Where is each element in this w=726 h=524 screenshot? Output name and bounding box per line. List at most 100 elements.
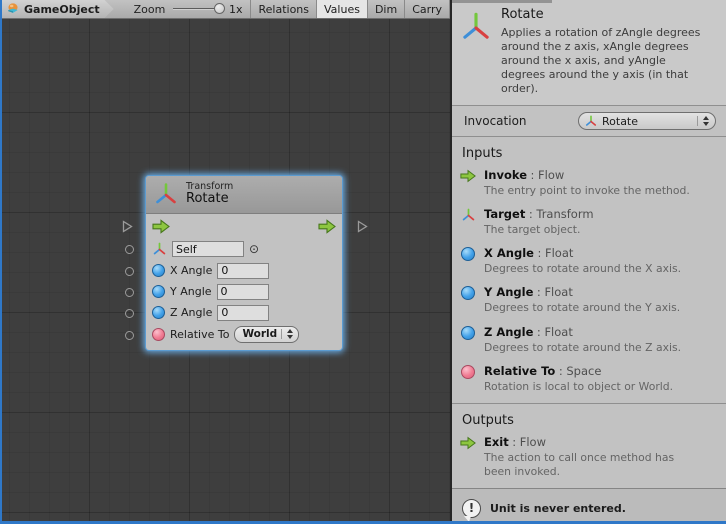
dropdown-arrows-icon (281, 329, 293, 339)
y-angle-outer-ring-icon[interactable] (125, 288, 134, 297)
inspector-description: Applies a rotation of zAngle degrees aro… (501, 26, 713, 96)
invocation-dropdown[interactable]: Rotate (578, 112, 716, 130)
inspector-header-text: Rotate Applies a rotation of zAngle degr… (501, 7, 713, 96)
input-item-target: Target : Transform The target object. (452, 207, 726, 246)
input-item-y-angle: Y Angle : Float Degrees to rotate around… (452, 285, 726, 324)
object-picker-icon[interactable]: ⊙ (249, 243, 259, 255)
target-self-field[interactable] (172, 241, 244, 257)
tab-dim[interactable]: Dim (368, 0, 405, 18)
inspector-title: Rotate (501, 7, 713, 22)
relative-to-outer-ring-icon[interactable] (125, 331, 134, 340)
exit-outer-triangle-icon[interactable] (357, 220, 368, 236)
transform-icon (154, 182, 178, 208)
graph-canvas[interactable]: Transform Rotate (2, 19, 450, 521)
dropdown-arrows-icon (697, 116, 709, 126)
node-header[interactable]: Transform Rotate (146, 176, 342, 214)
input-desc: Degrees to rotate around the X axis. (484, 262, 704, 276)
transform-icon (460, 11, 492, 45)
input-type: Float (544, 325, 572, 339)
float-port-icon (461, 326, 475, 340)
flow-ports-row (152, 214, 336, 238)
input-type: Float (545, 246, 573, 260)
tab-carry[interactable]: Carry (405, 0, 450, 18)
invoke-flow-port[interactable] (152, 219, 170, 234)
zoom-slider[interactable] (173, 3, 223, 15)
transform-mini-icon (152, 242, 167, 257)
gameobject-icon (6, 2, 20, 16)
warning-text: Unit is never entered. (490, 502, 626, 515)
input-desc: Degrees to rotate around the Y axis. (484, 301, 704, 315)
space-dropdown[interactable]: World (234, 326, 299, 343)
input-type: Flow (538, 168, 564, 182)
target-row: ⊙ (152, 238, 336, 260)
exit-flow-port[interactable] (318, 219, 336, 234)
target-outer-ring-icon[interactable] (125, 245, 134, 254)
y-angle-row: Y Angle (152, 281, 336, 302)
y-angle-field[interactable] (217, 284, 269, 300)
input-desc: The entry point to invoke the method. (484, 184, 704, 198)
x-angle-label: X Angle (170, 264, 212, 277)
breadcrumb-label: GameObject (24, 3, 100, 16)
invocation-label: Invocation (464, 114, 527, 128)
x-angle-port[interactable] (152, 264, 165, 277)
x-angle-outer-ring-icon[interactable] (125, 267, 134, 276)
input-item-invoke: Invoke : Flow The entry point to invoke … (452, 168, 726, 207)
flow-arrow-icon (460, 436, 476, 450)
toolbar-tabs: Relations Values Dim Carry (250, 0, 450, 18)
tab-relations[interactable]: Relations (251, 0, 317, 18)
float-port-icon (461, 247, 475, 261)
inspector-panel: Rotate Applies a rotation of zAngle degr… (450, 0, 726, 521)
input-name: Z Angle (484, 325, 533, 339)
z-angle-label: Z Angle (170, 306, 212, 319)
warning-icon: ! (462, 499, 481, 518)
flow-arrow-icon (460, 169, 476, 183)
input-item-x-angle: X Angle : Float Degrees to rotate around… (452, 246, 726, 285)
zoom-slider-knob[interactable] (214, 3, 225, 14)
graph-toolbar: GameObject Zoom 1x Relations Values Dim … (2, 0, 450, 19)
y-angle-label: Y Angle (170, 285, 212, 298)
z-angle-outer-ring-icon[interactable] (125, 309, 134, 318)
input-name: Invoke (484, 168, 527, 182)
input-type: Float (544, 285, 572, 299)
input-name: Relative To (484, 364, 555, 378)
invoke-outer-triangle-icon[interactable] (122, 220, 133, 236)
inspector-header: Rotate Applies a rotation of zAngle degr… (452, 0, 726, 106)
relative-to-label: Relative To (170, 328, 229, 341)
relative-to-row: Relative To World (152, 323, 336, 345)
tab-values[interactable]: Values (317, 0, 368, 18)
input-type: Space (566, 364, 601, 378)
relative-to-port[interactable] (152, 328, 165, 341)
output-item-exit: Exit : Flow The action to call once meth… (452, 435, 726, 488)
outputs-section-header: Outputs (452, 404, 726, 435)
y-angle-port[interactable] (152, 285, 165, 298)
transform-icon (461, 208, 476, 223)
node-name-label: Rotate (186, 192, 233, 207)
z-angle-field[interactable] (217, 305, 269, 321)
output-type: Flow (520, 435, 546, 449)
x-angle-field[interactable] (217, 263, 269, 279)
input-desc: The target object. (484, 223, 704, 237)
x-angle-row: X Angle (152, 260, 336, 281)
zoom-label: Zoom (120, 0, 174, 18)
float-port-icon (461, 286, 475, 300)
space-dropdown-value: World (242, 328, 277, 340)
inputs-section-header: Inputs (452, 137, 726, 168)
input-item-relative-to: Relative To : Space Rotation is local to… (452, 364, 726, 403)
z-angle-port[interactable] (152, 306, 165, 319)
input-name: Y Angle (484, 285, 533, 299)
output-name: Exit (484, 435, 509, 449)
input-name: Target (484, 207, 525, 221)
invocation-dropdown-value: Rotate (602, 115, 638, 128)
rotate-unit-node[interactable]: Transform Rotate (146, 176, 342, 350)
space-port-icon (461, 365, 475, 379)
output-desc: The action to call once method has been … (484, 451, 704, 479)
breadcrumb[interactable]: GameObject (2, 0, 114, 18)
node-body: ⊙ X Angle Y Angle Z Angle (146, 214, 342, 350)
transform-mini-icon (585, 115, 597, 128)
z-angle-row: Z Angle (152, 302, 336, 323)
input-item-z-angle: Z Angle : Float Degrees to rotate around… (452, 325, 726, 364)
invocation-row: Invocation Rotate (452, 106, 726, 137)
input-desc: Degrees to rotate around the Z axis. (484, 341, 704, 355)
graph-pane: GameObject Zoom 1x Relations Values Dim … (2, 0, 450, 521)
warning-box: ! Unit is never entered. (452, 488, 726, 521)
